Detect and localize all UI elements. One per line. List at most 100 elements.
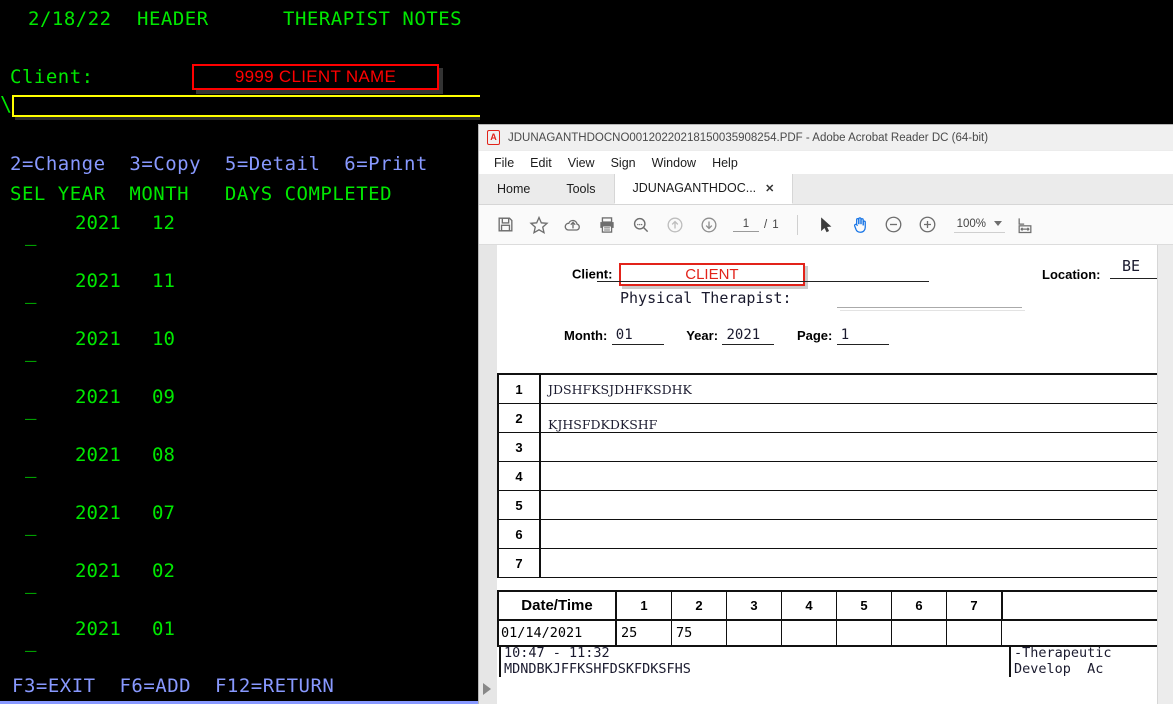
pdf-datetime-value-cell <box>947 621 1002 645</box>
pdf-datetime-value-cell <box>782 621 837 645</box>
terminal-row-month: 02 <box>152 560 175 582</box>
pdf-note-number: 4 <box>499 462 541 490</box>
terminal-row-select-input[interactable]: _ <box>25 630 36 652</box>
menu-item-file[interactable]: File <box>487 154 521 172</box>
pdf-viewer-area[interactable]: Client: CLIENT Physical Therapist: Locat… <box>479 245 1173 704</box>
pdf-datetime-header-cell: 5 <box>837 592 892 619</box>
acrobat-tab-bar[interactable]: Home Tools JDUNAGANTHDOC... ✕ <box>479 174 1173 205</box>
total-pages: 1 <box>772 218 779 231</box>
terminal-row-month: 01 <box>152 618 175 640</box>
pdf-note-text: JDSHFKSJDHFKSDHK <box>548 381 692 397</box>
hand-icon[interactable] <box>846 211 874 239</box>
pdf-month-group: Month: 01 <box>564 327 664 345</box>
zoom-level-dropdown[interactable]: 100% <box>953 217 1006 233</box>
pdf-datetime-header-cell: 2 <box>672 592 727 619</box>
menu-item-sign[interactable]: Sign <box>604 154 643 172</box>
terminal-row-select-input[interactable]: _ <box>25 282 36 304</box>
zoom-in-icon[interactable] <box>914 211 942 239</box>
pdf-note-row: 4 <box>499 462 1157 491</box>
page-separator: / <box>764 218 768 231</box>
pdf-note-text <box>541 520 1157 548</box>
zoom-level-value: 100% <box>956 217 987 230</box>
pdf-note-number: 3 <box>499 433 541 461</box>
close-icon[interactable]: ✕ <box>765 182 774 195</box>
terminal-command-options: 2=Change 3=Copy 5=Detail 6=Print <box>10 153 428 175</box>
terminal-row-select-input[interactable]: _ <box>25 224 36 246</box>
terminal-row-month: 07 <box>152 502 175 524</box>
zoom-out-icon[interactable] <box>880 211 908 239</box>
pdf-datetime-header-first: Date/Time <box>499 592 617 619</box>
terminal-date: 2/18/22 <box>28 8 112 30</box>
acrobat-menu-bar[interactable]: File Edit View Sign Window Help <box>479 151 1173 175</box>
previous-page-icon[interactable] <box>661 211 689 239</box>
terminal-row-month: 10 <box>152 328 175 350</box>
pdf-datetime-value-cell <box>727 621 782 645</box>
menu-item-view[interactable]: View <box>561 154 602 172</box>
search-icon[interactable] <box>627 211 655 239</box>
pdf-datetime-header-cell: 6 <box>892 592 947 619</box>
pdf-vertical-scrollbar[interactable] <box>1157 245 1173 704</box>
terminal-row-select-input[interactable]: _ <box>25 456 36 478</box>
chevron-down-icon <box>994 221 1003 226</box>
pdf-page-group: Page: 1 <box>797 327 889 345</box>
acrobat-toolbar[interactable]: 1 / 1 100% <box>479 205 1173 245</box>
pdf-note-row: 7 <box>499 549 1157 578</box>
pdf-notes-table: 1 JDSHFKSJDHFKSDHK 2 KJHSFDKDKSHF 3 4 5 6 7 <box>497 373 1157 578</box>
terminal-row-select-input[interactable]: _ <box>25 572 36 594</box>
pdf-note-text <box>541 549 1157 577</box>
save-icon[interactable] <box>491 211 519 239</box>
terminal-row-select-input[interactable]: _ <box>25 398 36 420</box>
terminal-filename-input[interactable] <box>12 95 480 117</box>
page-navigation[interactable]: 1 / 1 <box>733 218 779 232</box>
pdf-client-underline <box>597 281 929 282</box>
pdf-month-value: 01 <box>611 327 664 345</box>
tab-home[interactable]: Home <box>479 174 549 204</box>
pdf-location-value: BE <box>1122 257 1141 275</box>
cursor-icon[interactable] <box>812 211 840 239</box>
pdf-month-label: Month: <box>564 328 608 343</box>
toolbar-divider <box>796 214 798 235</box>
terminal-row-select-input[interactable]: _ <box>25 340 36 362</box>
tab-label: Tools <box>566 181 596 196</box>
next-page-icon[interactable] <box>695 211 723 239</box>
pdf-datetime-table: Date/Time 1 2 3 4 5 6 7 01/14/2021 25 75 <box>497 590 1157 647</box>
terminal-row-select-input[interactable]: _ <box>25 514 36 536</box>
acrobat-app-icon: A <box>487 130 500 145</box>
terminal-row-year: 2021 <box>75 560 121 582</box>
pdf-month-year-page-row: Month: 01 Year: 2021 Page: 1 <box>564 327 907 345</box>
terminal-row-year: 2021 <box>75 444 121 466</box>
acrobat-title-bar[interactable]: A JDUNAGANTHDOCNO00120220218150035908254… <box>479 125 1173 151</box>
print-icon[interactable] <box>593 211 621 239</box>
tab-tools[interactable]: Tools <box>548 174 614 204</box>
terminal-row-year: 2021 <box>75 618 121 640</box>
scroll-right-arrow-icon[interactable] <box>483 683 491 695</box>
acrobat-window-title: JDUNAGANTHDOCNO00120220218150035908254.P… <box>508 131 989 144</box>
pdf-datetime-header-cell: 3 <box>727 592 782 619</box>
adobe-acrobat-window[interactable]: A JDUNAGANTHDOCNO00120220218150035908254… <box>478 124 1173 704</box>
menu-item-help[interactable]: Help <box>705 154 745 172</box>
terminal-client-label: Client: <box>10 66 94 88</box>
menu-item-window[interactable]: Window <box>645 154 703 172</box>
current-page-input[interactable]: 1 <box>733 218 759 232</box>
pdf-datetime-header-row: Date/Time 1 2 3 4 5 6 7 <box>499 592 1157 621</box>
tab-bar-filler <box>793 174 1173 204</box>
terminal-cursor-slash: \ <box>0 92 13 116</box>
pdf-year-group: Year: 2021 <box>686 327 775 345</box>
pdf-note-row: 6 <box>499 520 1157 549</box>
terminal-row-year: 2021 <box>75 328 121 350</box>
terminal-header-label: HEADER <box>137 8 209 30</box>
upload-cloud-icon[interactable] <box>559 211 587 239</box>
tab-jdunaganthdoc[interactable]: JDUNAGANTHDOC... ✕ <box>613 174 794 204</box>
pdf-page-canvas[interactable]: Client: CLIENT Physical Therapist: Locat… <box>497 245 1173 704</box>
pdf-page-value: 1 <box>836 327 889 345</box>
pdf-datetime-header-cell: 7 <box>947 592 1002 619</box>
pdf-datetime-right-column: -Therapeutic Develop Ac <box>1009 645 1112 677</box>
pdf-client-label: Client: <box>572 266 613 282</box>
pdf-note-row: 1 JDSHFKSJDHFKSDHK <box>499 375 1157 404</box>
menu-item-edit[interactable]: Edit <box>523 154 559 172</box>
terminal-row-year: 2021 <box>75 502 121 524</box>
star-icon[interactable] <box>525 211 553 239</box>
fit-page-icon[interactable] <box>1011 211 1039 239</box>
pdf-year-value: 2021 <box>722 327 775 345</box>
terminal-emulator-pane[interactable]: 2/18/22 HEADER THERAPIST NOTES Client: 9… <box>0 0 480 704</box>
